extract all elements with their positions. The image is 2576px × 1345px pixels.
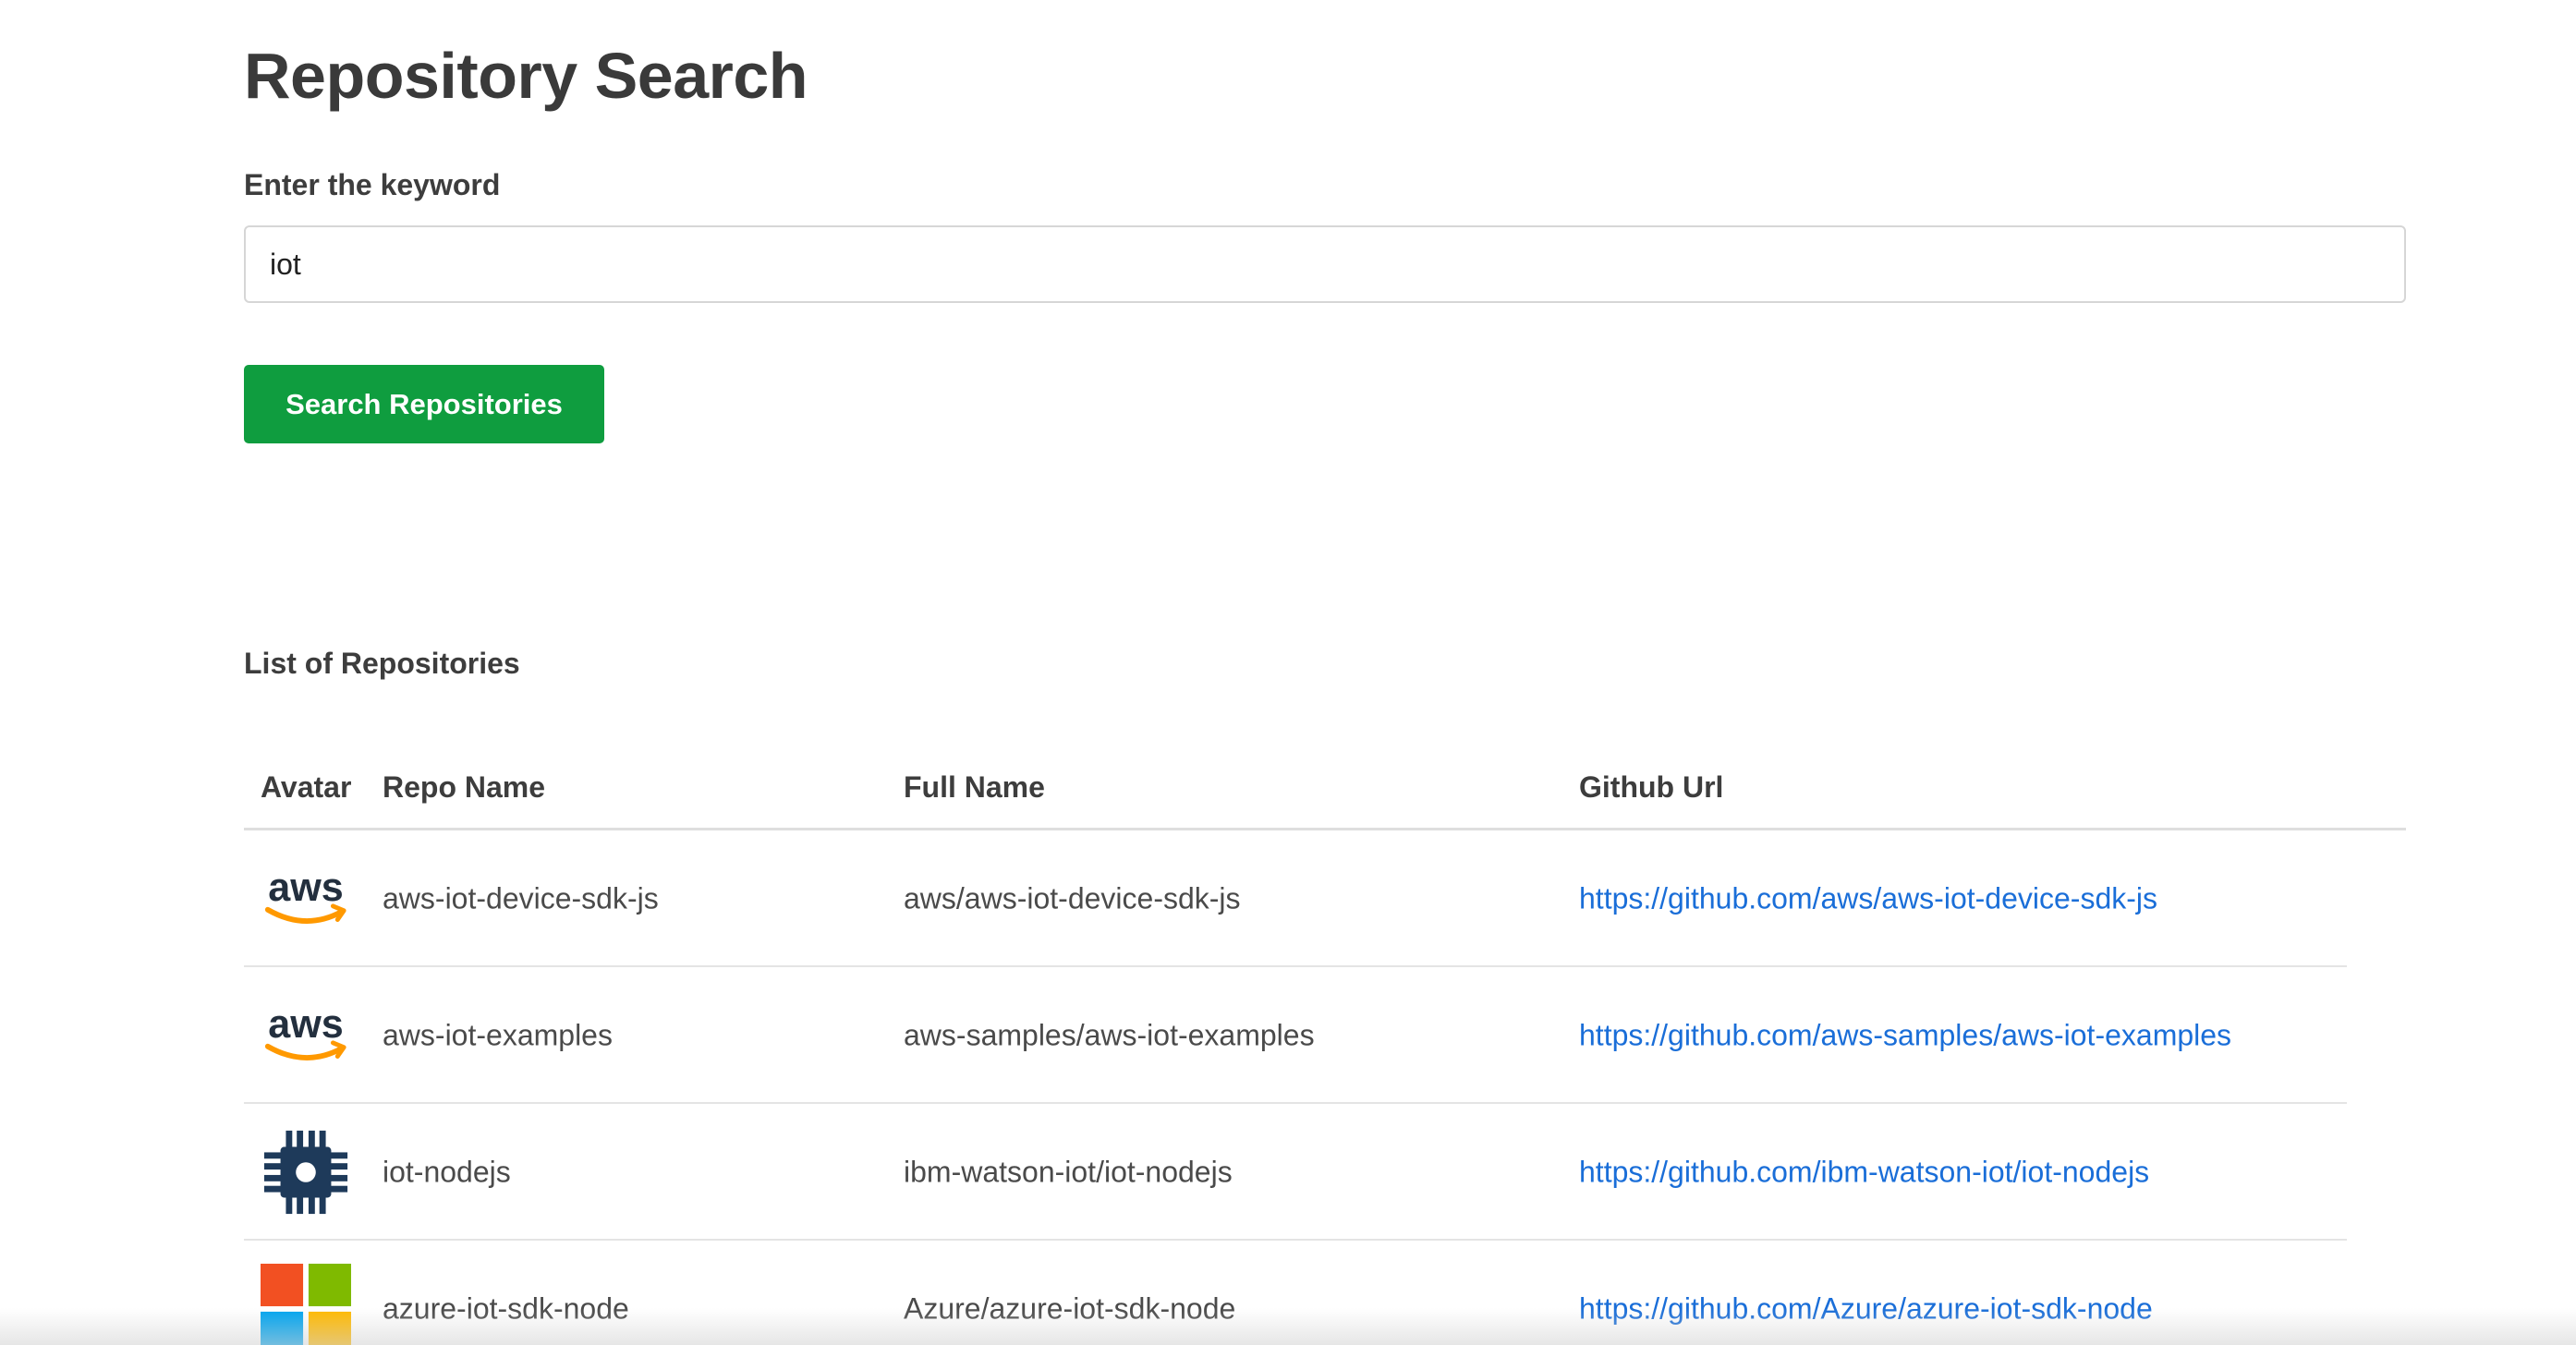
full-name: Azure/azure-iot-sdk-node [904, 1291, 1236, 1326]
repo-name: aws-iot-device-sdk-js [383, 881, 659, 915]
full-name: aws-samples/aws-iot-examples [904, 1018, 1315, 1052]
chip-icon [263, 1130, 348, 1215]
microsoft-logo-icon [261, 1264, 351, 1345]
repo-name: azure-iot-sdk-node [383, 1291, 629, 1326]
page: Repository Search Enter the keyword Sear… [0, 0, 2576, 1345]
github-url-link[interactable]: https://github.com/aws-samples/aws-iot-e… [1579, 1019, 2231, 1053]
column-header-avatar: Avatar [261, 770, 352, 804]
keyword-label: Enter the keyword [244, 168, 501, 201]
svg-text:aws: aws [268, 1002, 343, 1047]
full-name: aws/aws-iot-device-sdk-js [904, 881, 1241, 915]
github-url-link[interactable]: https://github.com/ibm-watson-iot/iot-no… [1579, 1156, 2149, 1190]
list-title: List of Repositories [244, 647, 520, 680]
keyword-input[interactable] [244, 225, 2406, 303]
repo-name: iot-nodejs [383, 1155, 511, 1189]
table-row: azure-iot-sdk-node Azure/azure-iot-sdk-n… [244, 1241, 2347, 1345]
aws-logo-icon: aws [264, 866, 346, 924]
table-row: iot-nodejs ibm-watson-iot/iot-nodejs htt… [244, 1104, 2347, 1241]
repo-name: aws-iot-examples [383, 1018, 613, 1052]
column-header-full-name: Full Name [904, 770, 1045, 804]
svg-text:aws: aws [268, 866, 343, 910]
search-repositories-button[interactable]: Search Repositories [244, 365, 604, 443]
table-row: aws aws-iot-examples aws-samples/aws-iot… [244, 967, 2347, 1104]
column-header-github-url: Github Url [1579, 770, 1724, 804]
aws-logo-icon: aws [264, 1002, 346, 1060]
table-row: aws aws-iot-device-sdk-js aws/aws-iot-de… [244, 830, 2347, 967]
column-header-repo-name: Repo Name [383, 770, 546, 804]
github-url-link[interactable]: https://github.com/aws/aws-iot-device-sd… [1579, 882, 2157, 916]
full-name: ibm-watson-iot/iot-nodejs [904, 1155, 1233, 1189]
github-url-link[interactable]: https://github.com/Azure/azure-iot-sdk-n… [1579, 1292, 2153, 1327]
page-title: Repository Search [244, 40, 808, 112]
